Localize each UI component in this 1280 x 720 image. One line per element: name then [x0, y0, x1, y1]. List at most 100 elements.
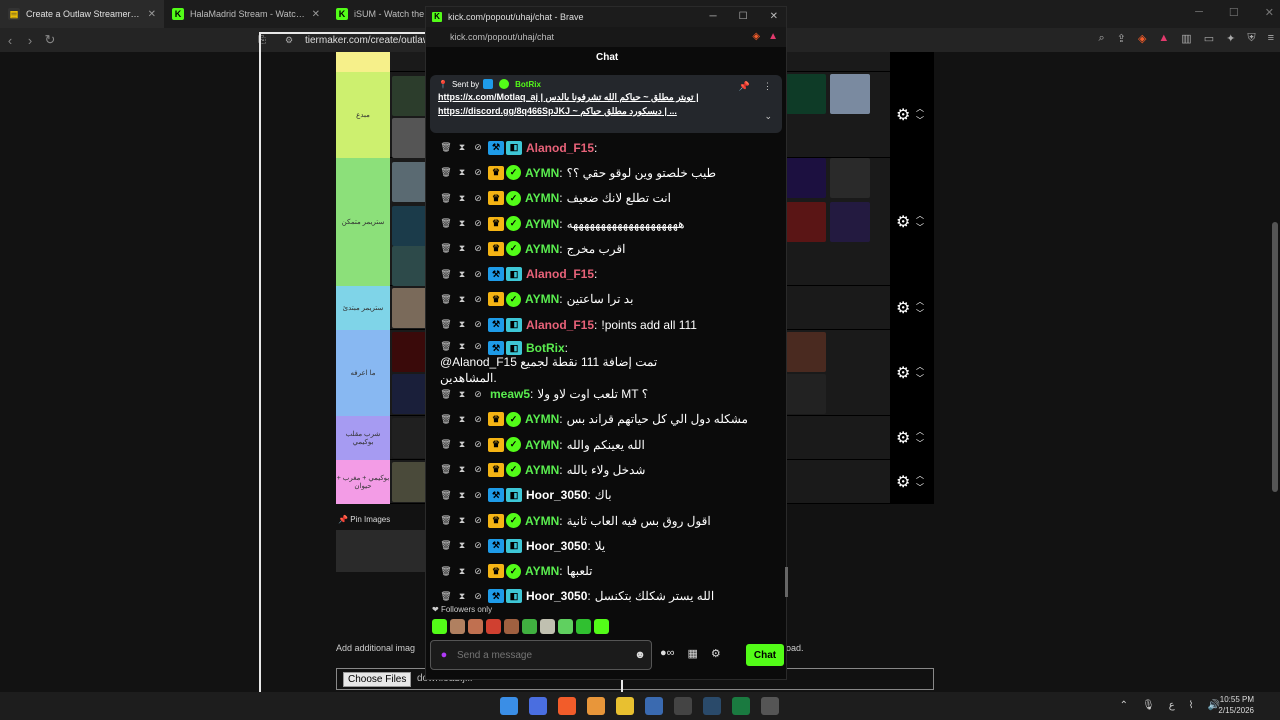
timeout-icon[interactable]: ⧗	[456, 243, 468, 254]
app-icon[interactable]	[674, 697, 692, 715]
chat-message[interactable]: 🗑 ⧗ ⊘ ♛ ✓ AYMN: مشكله دول الي كل حياتهم قراند …	[426, 407, 786, 432]
chat-username[interactable]: AYMN	[525, 564, 559, 578]
chat-message[interactable]: 🗑 ⧗ ⊘ ⚒ ◧ Alanod_F15:	[426, 135, 786, 160]
chat-username[interactable]: Alanod_F15	[526, 267, 594, 281]
ban-icon[interactable]: ⊘	[472, 464, 484, 475]
chat-message[interactable]: 🗑 ⧗ ⊘ ⚒ ◧ Hoor_3050: يلا	[426, 533, 786, 558]
points-icon[interactable]: ●∞	[660, 647, 675, 660]
timeout-icon[interactable]: ⧗	[456, 294, 468, 305]
timeout-icon[interactable]: ⧗	[456, 218, 468, 229]
streamer-image[interactable]	[830, 202, 870, 242]
pinned-link[interactable]: https://discord.gg/8q466SpJKJ ~ ديسكورد …	[438, 106, 677, 116]
timeout-icon[interactable]: ⧗	[456, 490, 468, 501]
chat-username[interactable]: Hoor_3050	[526, 589, 587, 603]
rewards-icon[interactable]: ▲	[1158, 32, 1169, 45]
trash-icon[interactable]: 🗑	[440, 439, 452, 450]
network-icon[interactable]: ⌇	[1189, 700, 1194, 711]
streamer-image[interactable]	[786, 332, 826, 372]
chat-scrollbar[interactable]	[785, 567, 788, 597]
ban-icon[interactable]: ⊘	[472, 566, 484, 577]
ban-icon[interactable]: ⊘	[472, 294, 484, 305]
timeout-icon[interactable]: ⧗	[456, 389, 468, 400]
chat-username[interactable]: AYMN	[525, 166, 559, 180]
trash-icon[interactable]: 🗑	[440, 490, 452, 501]
streamer-image[interactable]	[830, 74, 870, 114]
timeout-icon[interactable]: ⧗	[456, 414, 468, 425]
pinned-link[interactable]: https://x.com/Motlaq_aj | تويتر مطلق ~ ح…	[438, 92, 699, 102]
close-tab-icon[interactable]: ✕	[148, 9, 156, 20]
clock[interactable]: 10:55 PM 2/15/2026	[1218, 694, 1254, 716]
move-arrows-icon[interactable]: ︿ ﹀	[916, 296, 924, 320]
emote[interactable]	[522, 619, 537, 634]
emote[interactable]	[576, 619, 591, 634]
move-arrows-icon[interactable]: ︿ ﹀	[916, 210, 924, 234]
close-icon[interactable]: ✕	[1265, 6, 1274, 19]
app-icon[interactable]	[587, 697, 605, 715]
timeout-icon[interactable]: ⧗	[456, 167, 468, 178]
pin-images-label[interactable]: 📌 Pin Images	[338, 515, 390, 524]
timeout-icon[interactable]: ⧗	[456, 341, 468, 352]
chat-username[interactable]: AYMN	[525, 191, 559, 205]
chevron-up-icon[interactable]: ⌃	[1120, 700, 1128, 711]
gear-icon[interactable]: ⚙	[896, 472, 910, 492]
ban-icon[interactable]: ⊘	[472, 389, 484, 400]
chat-username[interactable]: AYMN	[525, 412, 559, 426]
trash-icon[interactable]: 🗑	[440, 294, 452, 305]
brave-shield-icon[interactable]: ◈	[1138, 32, 1146, 45]
ban-icon[interactable]: ⊘	[472, 490, 484, 501]
timeout-icon[interactable]: ⧗	[456, 591, 468, 602]
settings-icon[interactable]: ⚙	[711, 647, 721, 660]
ban-icon[interactable]: ⊘	[472, 167, 484, 178]
chat-message[interactable]: 🗑 ⧗ ⊘ ⚒ ◧ Alanod_F15: !points add all 111	[426, 312, 786, 337]
maximize-icon[interactable]: ☐	[739, 11, 748, 22]
close-icon[interactable]: ✕	[770, 11, 778, 22]
share-icon[interactable]: ⇪	[1117, 32, 1126, 45]
vpn-icon[interactable]: ⛨	[1247, 32, 1255, 45]
chat-message[interactable]: 🗑 ⧗ ⊘ ⚒ ◧ Hoor_3050: الله يستر شكلك بتكنسل	[426, 584, 786, 605]
gear-icon[interactable]: ⚙	[896, 298, 910, 318]
trash-icon[interactable]: 🗑	[440, 193, 452, 204]
page-scrollbar[interactable]	[1272, 222, 1278, 492]
timeout-icon[interactable]: ⧗	[456, 193, 468, 204]
chat-message[interactable]: 🗑 ⧗ ⊘ ♛ ✓ AYMN: طيب خلصتو وين لوقو حقي ؟؟	[426, 160, 786, 185]
ban-icon[interactable]: ⊘	[472, 414, 484, 425]
timeout-icon[interactable]: ⧗	[456, 515, 468, 526]
chat-message[interactable]: 🗑 ⧗ ⊘ ♛ ✓ AYMN: اقول روق بس فيه العاب ثانية	[426, 508, 786, 533]
timeout-icon[interactable]: ⧗	[456, 439, 468, 450]
bookmark-icon[interactable]: ⎘	[258, 35, 266, 46]
ban-icon[interactable]: ⊘	[472, 341, 484, 352]
gear-icon[interactable]: ⚙	[896, 428, 910, 448]
reload-icon[interactable]: ↻	[40, 32, 60, 48]
pinned-message[interactable]: 📍 Sent by BotRix https://x.com/Motlaq_aj…	[430, 75, 782, 133]
streamer-image[interactable]	[786, 202, 826, 242]
chat-message[interactable]: 🗑 ⧗ ⊘ ⚒ ◧ Hoor_3050: باك	[426, 483, 786, 508]
move-arrows-icon[interactable]: ︿ ﹀	[916, 470, 924, 494]
trash-icon[interactable]: 🗑	[440, 464, 452, 475]
ban-icon[interactable]: ⊘	[472, 142, 484, 153]
language-icon[interactable]: ع	[1169, 700, 1175, 711]
trash-icon[interactable]: 🗑	[440, 341, 452, 352]
chat-username[interactable]: AYMN	[525, 514, 559, 528]
pinned-images-strip[interactable]	[336, 530, 428, 572]
timeout-icon[interactable]: ⧗	[456, 540, 468, 551]
tab-tiermaker[interactable]: ▤ Create a Outlaw Streamers Tier List ✕	[0, 0, 164, 28]
trash-icon[interactable]: 🗑	[440, 243, 452, 254]
chat-username[interactable]: AYMN	[525, 242, 559, 256]
streamer-image[interactable]	[830, 158, 870, 198]
leo-icon[interactable]: ✦	[1226, 32, 1235, 45]
close-tab-icon[interactable]: ✕	[312, 9, 320, 20]
timeout-icon[interactable]: ⧗	[456, 142, 468, 153]
trash-icon[interactable]: 🗑	[440, 591, 452, 602]
chat-message[interactable]: 🗑 ⧗ ⊘ ⚒ ◧ BotRix: @Alanod_F15 تمت إضافة 111 نق…	[426, 337, 786, 385]
chat-username[interactable]: Hoor_3050	[526, 488, 587, 502]
wallet-icon[interactable]: ▭	[1204, 32, 1214, 45]
minimize-icon[interactable]: ─	[710, 11, 717, 22]
ban-icon[interactable]: ⊘	[472, 269, 484, 280]
emote[interactable]	[432, 619, 447, 634]
trash-icon[interactable]: 🗑	[440, 414, 452, 425]
sidebar-icon[interactable]: ▥	[1181, 32, 1191, 45]
microphone-icon[interactable]: 🎙	[1142, 700, 1155, 711]
move-arrows-icon[interactable]: ︿ ﹀	[916, 426, 924, 450]
emoji-icon[interactable]: ☻	[629, 649, 651, 661]
chevron-down-icon[interactable]: ⌄	[764, 111, 772, 122]
